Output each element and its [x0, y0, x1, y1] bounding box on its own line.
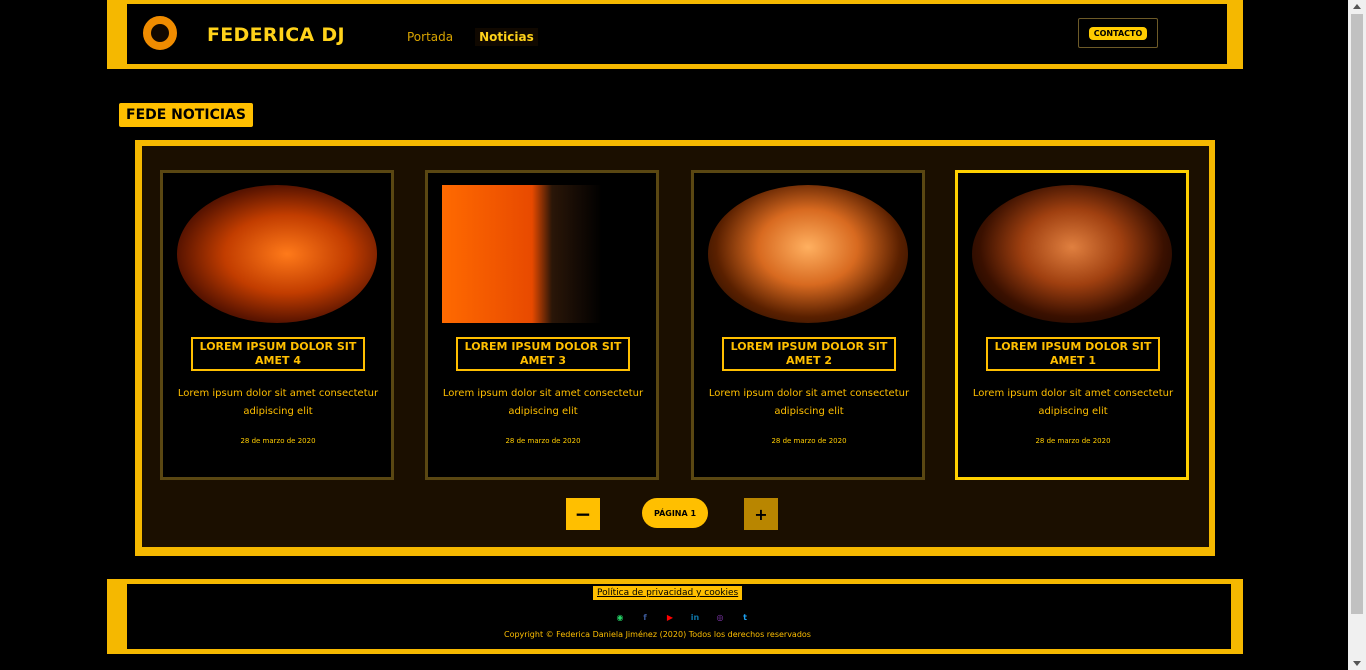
news-title[interactable]: LOREM IPSUM DOLOR SIT AMET 2 — [722, 337, 896, 371]
news-image — [972, 185, 1172, 323]
next-page-button[interactable]: + — [744, 498, 778, 530]
site-brand[interactable]: FEDERICA DJ — [207, 24, 345, 46]
instagram-icon[interactable]: ◎ — [713, 610, 727, 624]
news-image — [708, 185, 908, 323]
news-date: 28 de marzo de 2020 — [1035, 437, 1111, 445]
news-description: Lorem ipsum dolor sit amet consectetur a… — [177, 388, 379, 417]
news-image — [442, 185, 642, 323]
page-indicator: PÁGINA 1 — [642, 498, 708, 528]
contact-button-label: CONTACTO — [1088, 26, 1148, 40]
scroll-down-icon[interactable] — [1353, 661, 1361, 666]
previous-page-button[interactable]: − — [566, 498, 600, 530]
social-links: ◉ f ▶ in ◎ t — [613, 610, 752, 624]
news-card-selected[interactable]: LOREM IPSUM DOLOR SIT AMET 1 Lorem ipsum… — [955, 170, 1189, 480]
news-date: 28 de marzo de 2020 — [771, 437, 847, 445]
news-card[interactable]: LOREM IPSUM DOLOR SIT AMET 3 Lorem ipsum… — [425, 170, 659, 480]
news-description: Lorem ipsum dolor sit amet consectetur a… — [442, 388, 644, 417]
scroll-up-icon[interactable] — [1353, 4, 1361, 9]
section-title: FEDE NOTICIAS — [119, 103, 253, 127]
twitter-icon[interactable]: t — [738, 610, 752, 624]
news-card[interactable]: LOREM IPSUM DOLOR SIT AMET 4 Lorem ipsum… — [160, 170, 394, 480]
vertical-scrollbar[interactable] — [1348, 0, 1366, 670]
news-title[interactable]: LOREM IPSUM DOLOR SIT AMET 4 — [191, 337, 365, 371]
news-date: 28 de marzo de 2020 — [505, 437, 581, 445]
site-header: FEDERICA DJ Portada Noticias CONTACTO — [107, 0, 1243, 69]
news-panel: LOREM IPSUM DOLOR SIT AMET 4 Lorem ipsum… — [135, 140, 1215, 556]
news-description: Lorem ipsum dolor sit amet consectetur a… — [708, 388, 910, 417]
youtube-icon[interactable]: ▶ — [663, 610, 677, 624]
whatsapp-icon[interactable]: ◉ — [613, 610, 627, 624]
main-nav: Portada Noticias — [403, 28, 538, 46]
contact-button[interactable]: CONTACTO — [1078, 18, 1158, 48]
news-title[interactable]: LOREM IPSUM DOLOR SIT AMET 1 — [986, 337, 1160, 371]
nav-portada[interactable]: Portada — [403, 28, 457, 46]
facebook-icon[interactable]: f — [638, 610, 652, 624]
logo-icon[interactable] — [143, 16, 177, 50]
linkedin-icon[interactable]: in — [688, 610, 702, 624]
news-card[interactable]: LOREM IPSUM DOLOR SIT AMET 2 Lorem ipsum… — [691, 170, 925, 480]
copyright-text: Copyright © Federica Daniela Jiménez (20… — [504, 630, 811, 639]
privacy-policy-link[interactable]: Política de privacidad y cookies — [593, 586, 743, 600]
news-title[interactable]: LOREM IPSUM DOLOR SIT AMET 3 — [456, 337, 630, 371]
news-date: 28 de marzo de 2020 — [240, 437, 316, 445]
news-description: Lorem ipsum dolor sit amet consectetur a… — [972, 388, 1174, 417]
site-footer: Política de privacidad y cookies ◉ f ▶ i… — [107, 579, 1243, 654]
nav-noticias[interactable]: Noticias — [475, 28, 538, 46]
scrollbar-thumb[interactable] — [1351, 14, 1363, 614]
news-image — [177, 185, 377, 323]
